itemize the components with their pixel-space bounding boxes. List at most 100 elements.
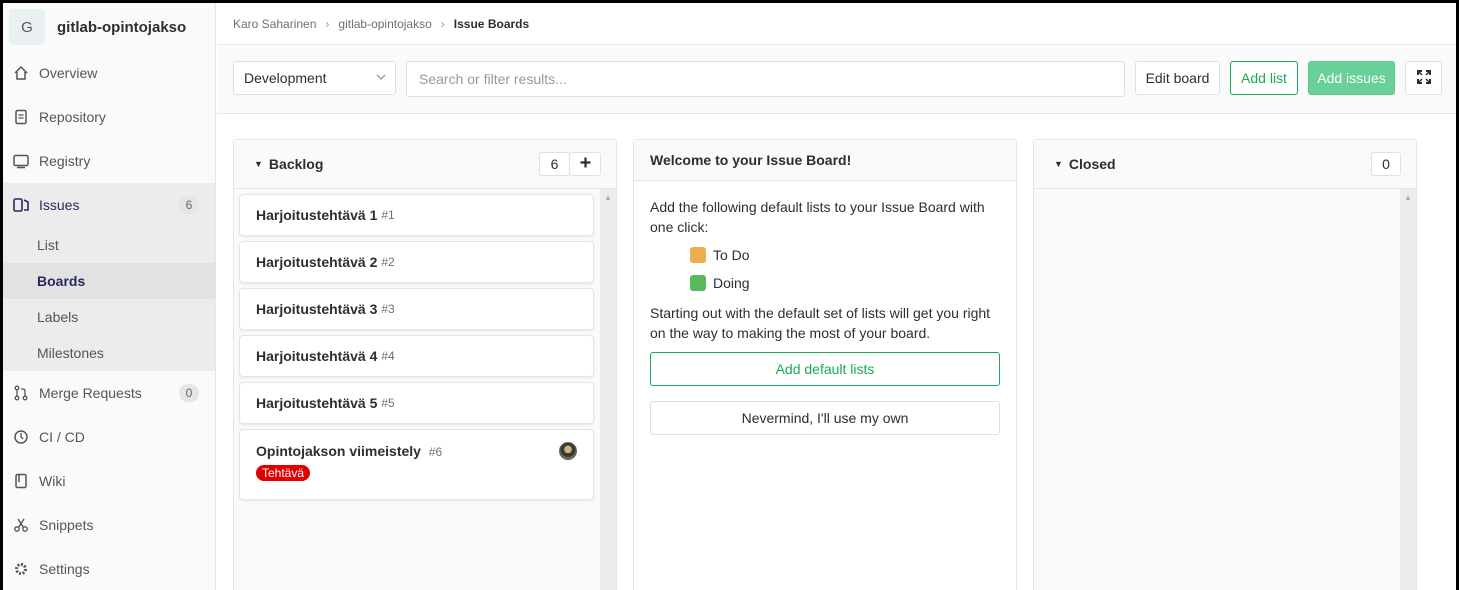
sidebar-item-label: CI / CD: [39, 429, 85, 445]
merge-requests-count-badge: 0: [179, 384, 199, 402]
issue-card-title[interactable]: Harjoitustehtävä 5: [256, 395, 377, 411]
caret-down-icon[interactable]: ▼: [254, 159, 263, 169]
list-scrollbar[interactable]: ▲: [600, 189, 616, 590]
expand-icon: [1416, 69, 1431, 87]
project-header[interactable]: G gitlab-opintojakso: [3, 3, 215, 51]
board-list-closed: ▼ Closed 0 ▲: [1033, 139, 1417, 590]
list-title[interactable]: ▼ Backlog: [254, 156, 323, 172]
welcome-title: Welcome to your Issue Board!: [634, 140, 1016, 181]
filter-search-input[interactable]: [406, 61, 1125, 97]
project-name[interactable]: gitlab-opintojakso: [57, 19, 186, 36]
list-issue-count: 0: [1371, 152, 1401, 176]
board-filter-bar: Development Edit board Add list Add issu…: [217, 46, 1456, 114]
sidebar-subitem-boards[interactable]: Boards: [3, 263, 215, 299]
sidebar: G gitlab-opintojakso Overview Repository…: [3, 3, 216, 590]
sidebar-item-label: Overview: [39, 65, 98, 81]
sidebar-item-snippets[interactable]: Snippets: [3, 503, 215, 547]
welcome-intro: Add the following default lists to your …: [650, 199, 985, 235]
chevron-down-icon: [376, 72, 386, 82]
default-list-item: Doing: [690, 269, 1000, 297]
book-icon: [13, 473, 29, 489]
sidebar-item-merge-requests[interactable]: Merge Requests 0: [3, 371, 215, 415]
sidebar-item-label: Settings: [39, 561, 90, 577]
breadcrumb-current[interactable]: Issue Boards: [454, 17, 529, 31]
list-header: ▼ Closed 0: [1034, 140, 1416, 189]
chevron-right-icon: ›: [440, 16, 445, 31]
issue-card-number: #6: [428, 445, 443, 459]
issue-card[interactable]: Harjoitustehtävä 5 #5: [239, 382, 594, 424]
rocket-icon: [13, 429, 29, 445]
issue-card-number: #2: [381, 255, 395, 269]
issue-card[interactable]: Harjoitustehtävä 2 #2: [239, 241, 594, 283]
doing-color-swatch: [690, 275, 706, 291]
sidebar-item-overview[interactable]: Overview: [3, 51, 215, 95]
fullscreen-button[interactable]: [1405, 61, 1442, 95]
container-icon: [13, 153, 29, 169]
edit-board-button[interactable]: Edit board: [1135, 61, 1220, 95]
issue-card-title[interactable]: Harjoitustehtävä 1: [256, 207, 377, 223]
add-default-lists-button[interactable]: Add default lists: [650, 352, 1000, 386]
sidebar-item-ci-cd[interactable]: CI / CD: [3, 415, 215, 459]
breadcrumb-user[interactable]: Karo Saharinen: [233, 17, 316, 31]
sidebar-subitem-milestones[interactable]: Milestones: [3, 335, 215, 371]
assignee-avatar[interactable]: [559, 442, 577, 460]
issue-card-number: #4: [381, 349, 395, 363]
new-issue-button[interactable]: [569, 152, 601, 176]
issue-card-number: #3: [381, 302, 395, 316]
issue-card[interactable]: Harjoitustehtävä 1 #1: [239, 194, 594, 236]
breadcrumb-project[interactable]: gitlab-opintojakso: [338, 17, 431, 31]
add-list-button[interactable]: Add list: [1230, 61, 1298, 95]
issue-label-badge[interactable]: Tehtävä: [256, 465, 311, 481]
project-avatar: G: [9, 9, 45, 45]
issue-card[interactable]: Opintojakson viimeistely #6 Tehtävä: [239, 429, 594, 500]
default-list-item: To Do: [690, 241, 1000, 269]
scissors-icon: [13, 517, 29, 533]
todo-color-swatch: [690, 247, 706, 263]
issue-card-title[interactable]: Opintojakson viimeistely: [256, 443, 421, 459]
sidebar-item-settings[interactable]: Settings: [3, 547, 215, 590]
caret-down-icon[interactable]: ▼: [1054, 159, 1063, 169]
list-title-text: Backlog: [268, 156, 324, 172]
sidebar-subitem-labels[interactable]: Labels: [3, 299, 215, 335]
sidebar-item-label: Issues: [39, 197, 80, 213]
issue-card-title[interactable]: Harjoitustehtävä 3: [256, 301, 377, 317]
board-list-backlog: ▼ Backlog 6 ▲ Harjoitustehtävä 1 #1 Harj…: [233, 139, 617, 590]
board-select-value: Development: [244, 70, 327, 86]
gear-icon: [13, 561, 29, 577]
sidebar-item-label: Registry: [39, 153, 91, 169]
sidebar-item-issues[interactable]: Issues 6: [3, 183, 215, 227]
issues-count-badge: 6: [179, 196, 199, 214]
add-issues-button[interactable]: Add issues: [1308, 61, 1395, 95]
sidebar-item-label: Snippets: [39, 517, 94, 533]
sidebar-item-registry[interactable]: Registry: [3, 139, 215, 183]
list-title[interactable]: ▼ Closed: [1054, 156, 1116, 172]
board-select[interactable]: Development: [233, 61, 396, 95]
sidebar-item-repository[interactable]: Repository: [3, 95, 215, 139]
issue-card-title[interactable]: Harjoitustehtävä 2: [256, 254, 377, 270]
doc-icon: [13, 109, 29, 125]
list-issue-count: 6: [539, 152, 570, 176]
sidebar-item-wiki[interactable]: Wiki: [3, 459, 215, 503]
scroll-up-icon[interactable]: ▲: [1404, 193, 1412, 202]
breadcrumb: Karo Saharinen › gitlab-opintojakso › Is…: [217, 3, 1456, 45]
sidebar-subitem-list[interactable]: List: [3, 227, 215, 263]
home-icon: [13, 65, 29, 81]
issues-icon: [13, 197, 29, 213]
issue-card-title[interactable]: Harjoitustehtävä 4: [256, 348, 377, 364]
issue-card[interactable]: Harjoitustehtävä 3 #3: [239, 288, 594, 330]
scroll-up-icon[interactable]: ▲: [604, 193, 612, 202]
default-list-label: Doing: [713, 275, 750, 291]
sidebar-item-label: Repository: [39, 109, 106, 125]
nevermind-button[interactable]: Nevermind, I'll use my own: [650, 401, 1000, 435]
issue-card-number: #5: [381, 396, 395, 410]
default-list-label: To Do: [713, 247, 750, 263]
sidebar-item-label: Wiki: [39, 473, 66, 489]
list-scrollbar[interactable]: ▲: [1400, 189, 1416, 590]
issue-card-number: #1: [381, 208, 395, 222]
chevron-right-icon: ›: [325, 16, 330, 31]
welcome-panel: Welcome to your Issue Board! Add the fol…: [633, 139, 1017, 590]
list-header: ▼ Backlog 6: [234, 140, 616, 189]
list-title-text: Closed: [1068, 156, 1116, 172]
issue-card[interactable]: Harjoitustehtävä 4 #4: [239, 335, 594, 377]
plus-icon: [580, 155, 591, 173]
